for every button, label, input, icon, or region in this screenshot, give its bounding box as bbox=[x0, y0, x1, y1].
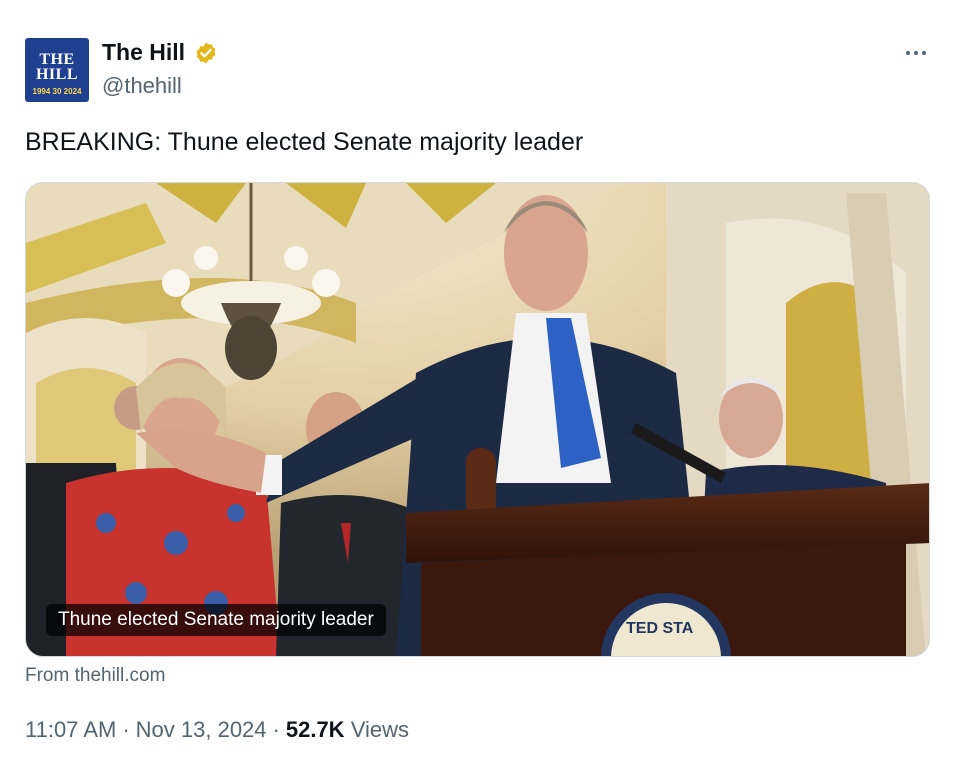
card-image-caption: Thune elected Senate majority leader bbox=[46, 604, 386, 636]
seal-text: TED STA bbox=[626, 620, 694, 637]
tweet-text: BREAKING: Thune elected Senate majority … bbox=[25, 128, 584, 156]
news-photo: TED STA bbox=[26, 183, 929, 656]
author-display-name[interactable]: The Hill bbox=[102, 38, 185, 66]
author-handle[interactable]: @thehill bbox=[102, 73, 182, 99]
more-horizontal-icon[interactable] bbox=[900, 44, 932, 62]
card-source-link[interactable]: From thehill.com bbox=[25, 664, 165, 688]
tweet-date[interactable]: Nov 13, 2024 bbox=[136, 717, 267, 742]
tweet-meta: 11:07 AM · Nov 13, 2024 · 52.7K Views bbox=[25, 716, 409, 744]
verified-badge-icon[interactable] bbox=[194, 41, 218, 65]
meta-separator: · bbox=[122, 717, 130, 742]
views-count[interactable]: 52.7K bbox=[286, 717, 345, 742]
avatar-logo-line2: HILL bbox=[35, 66, 78, 83]
tweet-time[interactable]: 11:07 AM bbox=[25, 717, 116, 742]
link-card-image[interactable]: TED STA Thune elected Senate majority le… bbox=[25, 182, 930, 657]
meta-separator: · bbox=[272, 717, 280, 742]
avatar-the-hill-logo[interactable]: THE HILL 1994 30 2024 bbox=[25, 38, 89, 102]
avatar-logo-line3: 1994 30 2024 bbox=[32, 87, 82, 96]
views-label[interactable]: Views bbox=[351, 717, 409, 742]
